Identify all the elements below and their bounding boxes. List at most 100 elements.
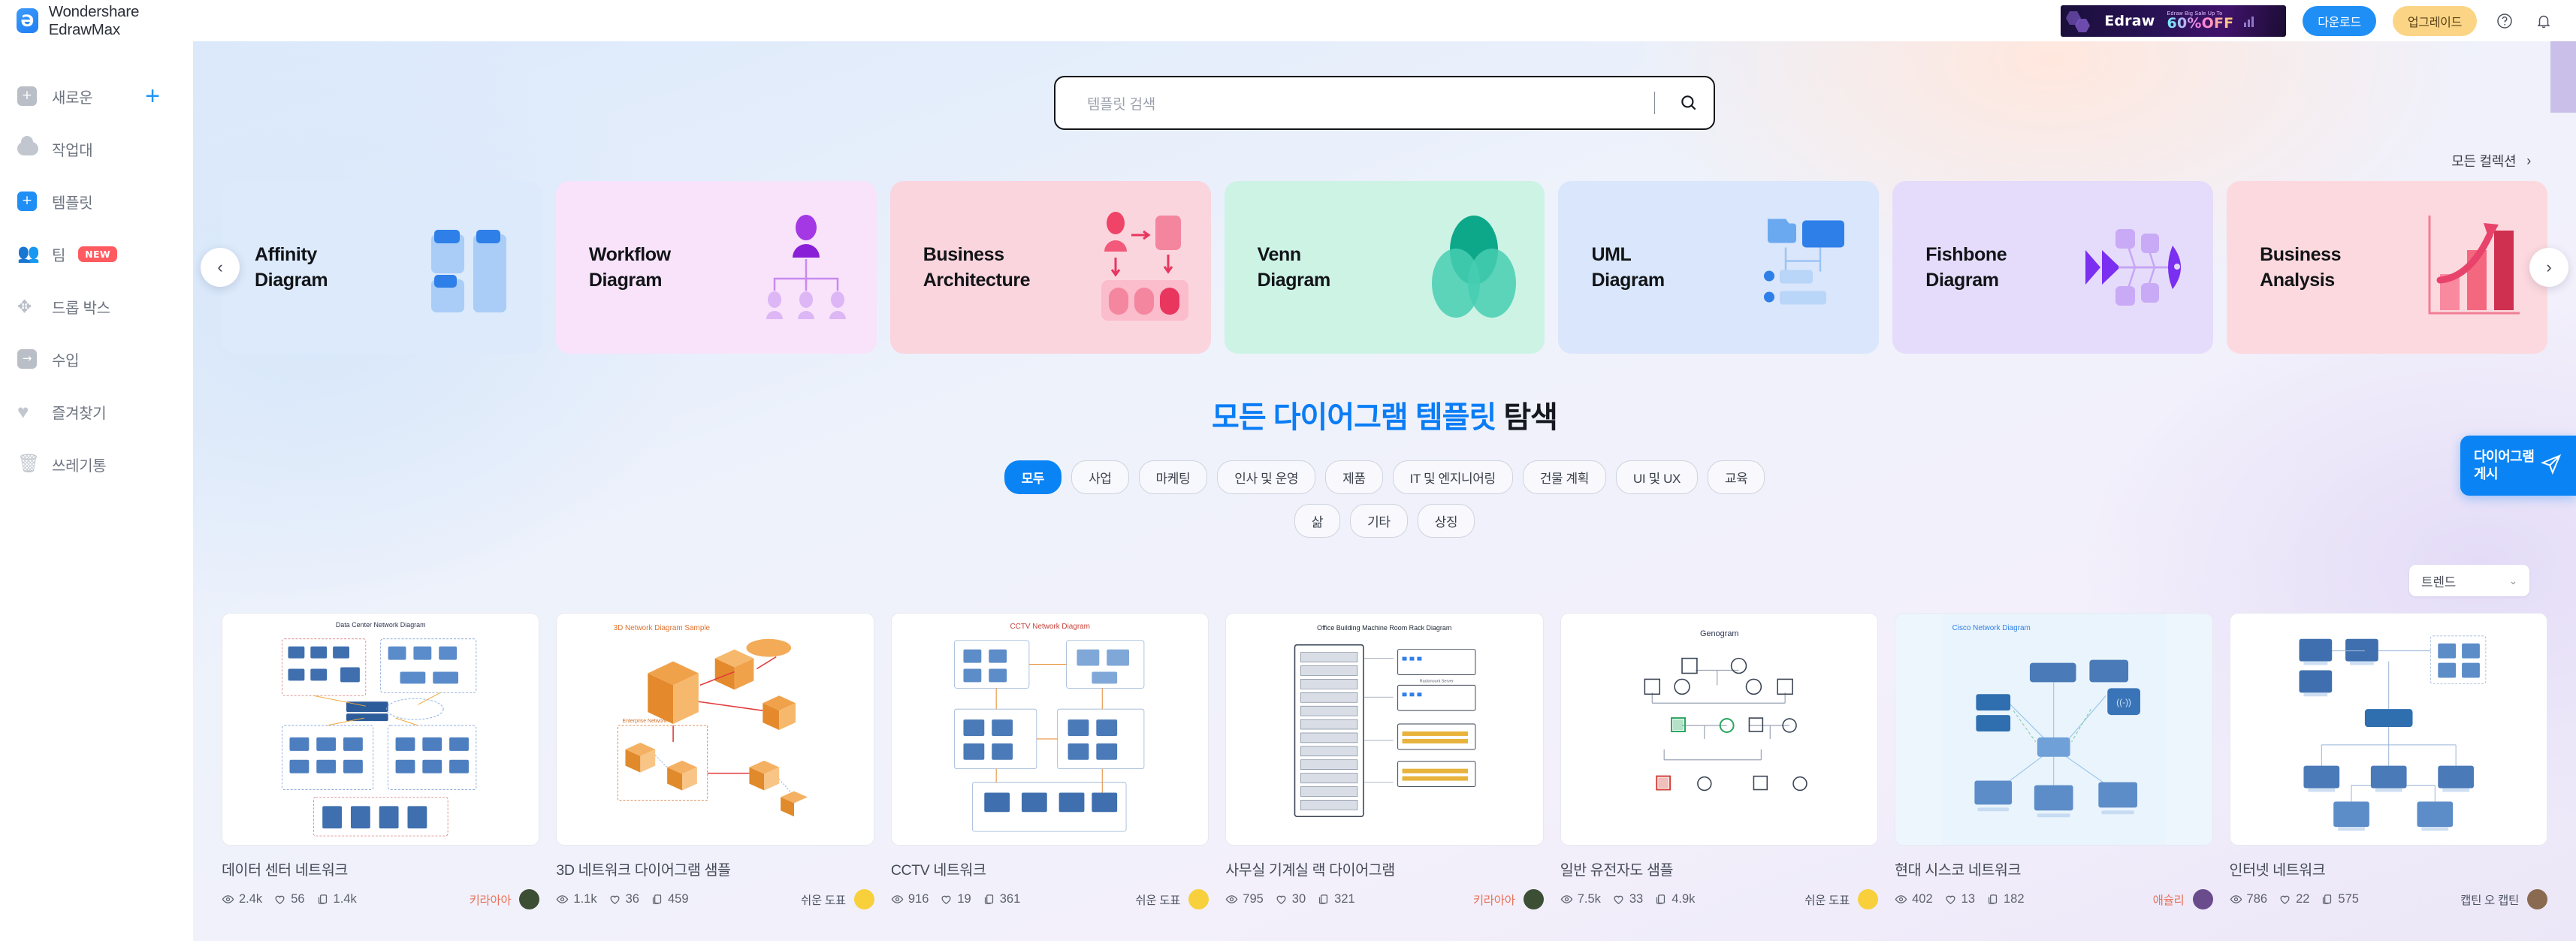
template-thumbnail[interactable]: Office Building Machine Room Rack Diagra…	[1225, 613, 1544, 846]
filter-chip-life[interactable]: 삶	[1294, 504, 1341, 538]
carousel-card-venn[interactable]: Venn Diagram	[1224, 181, 1545, 354]
brand[interactable]: Ə Wondershare EdrawMax	[0, 0, 193, 41]
template-thumbnail[interactable]	[2229, 613, 2547, 846]
template-author[interactable]: 쉬운 도표	[1804, 889, 1879, 909]
template-thumbnail[interactable]: CCTV Network Diagram	[890, 613, 1209, 846]
page-title: 모든 다이어그램 템플릿 탐색	[193, 393, 2576, 436]
sidebar-item-team[interactable]: 👥 팀 NEW	[0, 228, 193, 280]
search-icon[interactable]	[1672, 86, 1706, 120]
copies-count: 182	[2004, 892, 2025, 906]
template-thumbnail[interactable]: Cisco Network Diagram ((-))	[1895, 613, 2213, 846]
carousel-card-affinity[interactable]: Affinity Diagram	[222, 181, 542, 354]
eye-icon	[557, 895, 569, 903]
publish-diagram-button[interactable]: 다이어그램 게시	[2460, 436, 2576, 496]
main-content: 템플릿 검색 모든 컬렉션 › ‹ Affinity Diagram Workf…	[193, 41, 2576, 941]
business-analysis-art-icon	[2428, 216, 2520, 315]
template-thumbnail[interactable]: 3D Network Diagram Sample Enterprise Net…	[556, 613, 874, 846]
notification-bell-icon[interactable]	[2532, 10, 2555, 32]
filter-chip-hr-ops[interactable]: 인사 및 운영	[1217, 460, 1316, 494]
carousel-next-button[interactable]: ›	[2529, 248, 2568, 287]
template-title: 일반 유전자도 샘플	[1560, 862, 1674, 879]
copies-count: 575	[2338, 892, 2359, 906]
copy-icon	[2323, 894, 2332, 904]
author-name: 키라아아	[1472, 894, 1515, 907]
sidebar-item-workspace[interactable]: 작업대	[0, 122, 193, 175]
filter-chip-product[interactable]: 제품	[1325, 460, 1383, 494]
upgrade-button[interactable]: 업그레이드	[2392, 5, 2477, 36]
sort-dropdown[interactable]: 트렌드 ⌄	[2409, 565, 2529, 596]
template-thumbnail[interactable]: Genogram	[1560, 613, 1879, 846]
template-card[interactable]: Cisco Network Diagram ((-)) 현대 시스코 네트워크 …	[1895, 613, 2213, 909]
filter-chip-other[interactable]: 기타	[1350, 504, 1408, 538]
template-author[interactable]: 쉬운 도표	[801, 889, 874, 909]
views-stat: 402	[1895, 892, 1933, 906]
page-title-highlight: 모든 다이어그램 템플릿	[1212, 401, 1496, 434]
carousel-cards: Affinity Diagram Workflow Diagram Busine…	[193, 181, 2576, 354]
search-box[interactable]: 템플릿 검색	[1054, 76, 1715, 130]
add-new-button[interactable]: +	[145, 83, 160, 109]
help-circle-icon[interactable]	[2493, 10, 2516, 32]
eye-icon	[2230, 895, 2242, 903]
template-author[interactable]: 캡틴 오 캡틴	[2460, 889, 2547, 909]
search-area: 템플릿 검색	[193, 76, 2576, 130]
template-author[interactable]: 키라아아	[1473, 889, 1544, 909]
carousel-card-business-analysis[interactable]: Business Analysis	[2227, 181, 2548, 354]
views-stat: 1.1k	[556, 892, 597, 906]
heart-icon	[1614, 895, 1623, 904]
template-thumbnail[interactable]: Data Center Network Diagram	[222, 613, 540, 846]
template-card[interactable]: 3D Network Diagram Sample Enterprise Net…	[556, 613, 874, 909]
filter-chip-all[interactable]: 모두	[1004, 460, 1062, 494]
sidebar-item-import[interactable]: 수입	[0, 333, 193, 385]
search-input[interactable]: 템플릿 검색	[1087, 93, 1654, 113]
filter-chip-building[interactable]: 건물 계획	[1522, 460, 1607, 494]
filter-chip-education[interactable]: 교육	[1707, 460, 1765, 494]
carousel-prev-button[interactable]: ‹	[201, 248, 240, 287]
venn-diagram-art-icon	[1432, 216, 1517, 318]
template-card[interactable]: Data Center Network Diagram 데이터 센터 네트워크 …	[222, 613, 540, 909]
download-button[interactable]: 다운로드	[2303, 5, 2376, 36]
thumb-caption: Cisco Network Diagram	[1952, 624, 2031, 632]
template-card[interactable]: Office Building Machine Room Rack Diagra…	[1225, 613, 1544, 909]
filter-chip-it-eng[interactable]: IT 및 엔지니어링	[1392, 460, 1513, 494]
all-collections-link[interactable]: 모든 컬렉션 ›	[2451, 151, 2531, 170]
template-meta: 7.5k 33 4.9k 쉬운 도표	[1560, 889, 1879, 909]
carousel-card-fishbone[interactable]: Fishbone Diagram	[1892, 181, 2214, 354]
likes-count: 30	[1291, 892, 1306, 906]
filter-chip-ui-ux[interactable]: UI 및 UX	[1616, 460, 1698, 494]
template-meta: 2.4k 56 1.4k 키라아아	[222, 889, 540, 909]
collections-row: 모든 컬렉션 ›	[193, 151, 2576, 170]
template-author[interactable]: 쉬운 도표	[1135, 889, 1209, 909]
carousel-card-uml[interactable]: UML Diagram	[1558, 181, 1880, 354]
sidebar-item-favorites[interactable]: ♥ 즐겨찾기	[0, 385, 193, 438]
filter-chip-symbol[interactable]: 상징	[1417, 504, 1475, 538]
likes-stat: 22	[2279, 892, 2309, 906]
author-name: 쉬운 도표	[1804, 894, 1850, 907]
likes-stat: 19	[940, 892, 971, 906]
template-card[interactable]: CCTV Network Diagram CCTV 네트워크 916 19 36…	[890, 613, 1209, 909]
eye-icon	[1560, 895, 1573, 903]
sidebar-item-templates[interactable]: 템플릿	[0, 175, 193, 228]
template-card[interactable]: 인터넷 네트워크 786 22 575 캡틴 오 캡틴	[2229, 613, 2547, 909]
carousel-card-workflow[interactable]: Workflow Diagram	[555, 181, 877, 354]
template-author[interactable]: 키라아아	[470, 889, 540, 909]
carousel-card-title: Business Analysis	[2260, 243, 2342, 291]
sidebar-item-new[interactable]: 새로운 +	[0, 70, 193, 122]
filter-chip-business[interactable]: 사업	[1071, 460, 1129, 494]
hexagon-decoration-icon	[2066, 11, 2091, 32]
template-card[interactable]: Genogram 일반 유전자도 샘플 7.5k 33 4.9k 쉬운 도표	[1560, 613, 1879, 909]
sidebar-item-dropbox[interactable]: ✥ 드롭 박스	[0, 280, 193, 333]
import-icon	[17, 349, 44, 369]
promo-banner[interactable]: Edraw Edraw Big Sale Up To 60%OFF	[2061, 5, 2287, 37]
views-count: 2.4k	[239, 892, 263, 906]
sidebar-item-label: 수입	[52, 352, 80, 369]
template-author[interactable]: 애슐리	[2153, 889, 2213, 909]
carousel-card-business-architecture[interactable]: Business Architecture	[889, 181, 1211, 354]
sidebar-item-trash[interactable]: 🗑 쓰레기통	[0, 438, 193, 490]
filter-chip-marketing[interactable]: 마케팅	[1138, 460, 1208, 494]
template-meta: 402 13 182 애슐리	[1895, 889, 2213, 909]
team-icon: 👥	[17, 243, 40, 264]
views-stat: 786	[2230, 892, 2267, 906]
copies-count: 1.4k	[333, 892, 357, 906]
heart-icon	[1946, 895, 1955, 904]
views-stat: 7.5k	[1560, 892, 1601, 906]
